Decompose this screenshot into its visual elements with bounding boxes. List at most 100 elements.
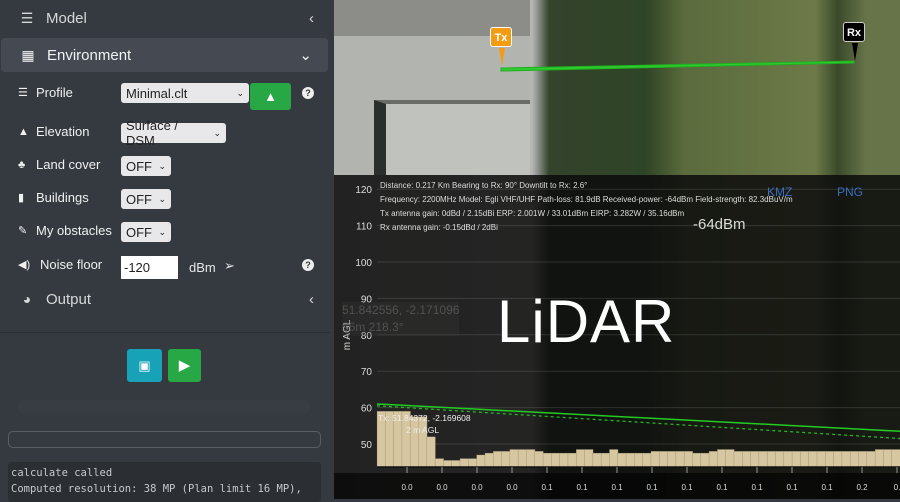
sidebar: ☰ Model ‹ ▦ Environment ⌄ ☰ Profile Minim…: [0, 0, 334, 502]
tx-coords: Tx: 51.84372, -2.169608: [378, 413, 471, 423]
rx-marker-pointer: [852, 43, 858, 61]
terrain-bar: [559, 452, 569, 468]
save-button[interactable]: ▣: [127, 349, 162, 382]
y-tick-label: 120: [355, 185, 372, 196]
log-console[interactable]: calculate called Computed resolution: 38…: [8, 462, 321, 502]
terrain-bar: [592, 452, 602, 468]
city-icon: ▦: [21, 46, 35, 63]
output-section-header[interactable]: ◕ Output ‹: [0, 282, 330, 316]
terrain-bar: [509, 449, 519, 468]
land-cover-select[interactable]: OFF ⌄: [121, 156, 171, 176]
help-icon[interactable]: ?: [302, 259, 314, 271]
x-tick-label: 0.1: [716, 483, 728, 492]
terrain-bar: [443, 460, 453, 468]
terrain-bar: [492, 451, 503, 468]
terrain-bar: [874, 449, 884, 468]
terrain-bar: [766, 451, 777, 468]
info-line: Frequency: 2200MHz Model: Egli VHF/UHF P…: [380, 195, 793, 204]
terrain-bar: [625, 452, 635, 468]
x-tick-label: 0.1: [646, 483, 658, 492]
terrain-bar: [667, 451, 677, 468]
terrain-bar: [459, 458, 469, 468]
profile-row: ☰ Profile: [18, 85, 73, 100]
kmz-link[interactable]: KMZ: [767, 185, 792, 199]
terrain-bar: [800, 451, 810, 468]
sliders-icon: ☰: [20, 9, 34, 26]
terrain-bar: [791, 451, 801, 468]
png-link[interactable]: PNG: [837, 185, 863, 199]
obstacles-row: ✎ My obstacles: [18, 223, 112, 238]
terrain-bar: [551, 452, 561, 468]
obstacles-select[interactable]: OFF ⌄: [121, 222, 171, 242]
chevron-left-icon: ‹: [309, 9, 314, 27]
elevation-row: ▲ Elevation: [18, 124, 89, 139]
help-icon[interactable]: ?: [302, 87, 314, 99]
terrain-bar: [542, 452, 552, 468]
terrain-bar: [484, 452, 494, 468]
terrain-bar: [883, 449, 893, 468]
terrain-bar: [708, 451, 718, 468]
terrain-bar: [841, 451, 851, 468]
cursor-tooltip: 51.842556, -2.171096 66m 218.3°: [342, 302, 460, 336]
model-label: Model: [46, 9, 87, 27]
terrain-bar: [617, 452, 627, 468]
chevron-down-icon: ⌄: [158, 160, 166, 171]
tx-height: 2 m AGL: [406, 425, 440, 435]
chevron-down-icon: ⌄: [158, 226, 166, 237]
profile-label: Profile: [36, 85, 73, 100]
terrain-bar: [683, 451, 694, 468]
terrain-bar: [501, 451, 511, 468]
terrain-bar: [584, 449, 594, 468]
profile-value: Minimal.clt: [126, 85, 188, 101]
obstacles-value: OFF: [126, 224, 152, 240]
chevron-left-icon: ‹: [309, 290, 314, 308]
terrain-bar: [816, 451, 826, 468]
y-tick-label: 70: [361, 367, 373, 378]
terrain-bar: [825, 451, 835, 468]
noise-row: ◀) Noise floor: [18, 257, 102, 272]
terrain-bar: [742, 451, 752, 468]
y-tick-label: 50: [361, 440, 373, 451]
buildings-row: ▮ Buildings: [18, 190, 89, 205]
received-power: -64dBm: [693, 216, 746, 233]
tx-marker[interactable]: Tx: [490, 27, 512, 47]
map[interactable]: Tx Rx 50 60 70 80 90 100 110 120 m AGL 0.0 0.0 0.0 0…: [334, 0, 900, 499]
profile-select[interactable]: Minimal.clt ⌄: [121, 83, 249, 103]
terrain-bar: [891, 449, 900, 468]
y-tick-label: 110: [356, 222, 372, 233]
model-section-header[interactable]: ☰ Model ‹: [0, 1, 330, 35]
run-button[interactable]: ▶: [168, 349, 201, 382]
land-cover-row: ♣ Land cover: [18, 157, 100, 172]
play-icon: ▶: [178, 357, 191, 374]
terrain-bar: [858, 451, 868, 468]
buildings-select[interactable]: OFF ⌄: [121, 189, 171, 209]
chevron-down-icon: ⌄: [158, 193, 166, 204]
land-cover-label: Land cover: [36, 157, 101, 172]
land-cover-value: OFF: [126, 158, 152, 174]
x-tick-label: 0.2: [856, 483, 868, 492]
tree-icon: ▲: [264, 89, 277, 104]
elevation-select[interactable]: Surface / DSM ⌄: [121, 118, 226, 148]
link-path: [500, 60, 855, 72]
send-icon[interactable]: ➢: [224, 258, 235, 274]
status-bar: [8, 431, 321, 448]
tree-button[interactable]: ▲: [250, 83, 291, 110]
terrain-bar: [659, 451, 669, 468]
terrain-bar: [476, 454, 486, 468]
x-tick-label: 0.1: [541, 483, 553, 492]
terrain-bar: [808, 451, 818, 468]
environment-label: Environment: [47, 46, 132, 64]
info-line: Tx antenna gain: 0dBd / 2.15dBi ERP: 2.0…: [380, 209, 685, 218]
terrain-bar: [692, 452, 702, 468]
tx-marker-pointer: [499, 48, 505, 66]
environment-section-header[interactable]: ▦ Environment ⌄: [1, 38, 328, 72]
rx-marker[interactable]: Rx: [843, 22, 865, 42]
terrain-bar: [775, 451, 785, 468]
x-tick-label: 0.0: [471, 483, 483, 492]
obstacles-label: My obstacles: [36, 223, 112, 238]
log-line: Computed resolution: 38 MP (Plan limit 1…: [11, 483, 302, 495]
x-tick-label: 0.1: [576, 483, 588, 492]
terrain-bar: [526, 449, 536, 468]
terrain-bar: [675, 451, 685, 468]
noise-floor-input[interactable]: -120: [121, 256, 178, 279]
